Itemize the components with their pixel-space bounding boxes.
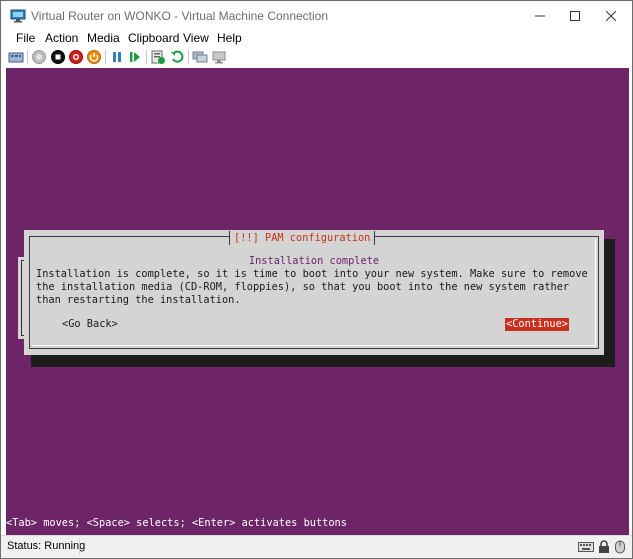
title-bar[interactable]: Virtual Router on WONKO - Virtual Machin… — [1, 1, 632, 31]
status-icons — [578, 540, 626, 554]
dialog-message-line: the installation media (CD-ROM, floppies… — [36, 281, 570, 293]
pam-configuration-dialog: [!!] PAM configuration Installation comp… — [24, 230, 604, 355]
save-icon[interactable] — [86, 49, 102, 65]
menu-help[interactable]: Help — [217, 31, 242, 47]
vm-connection-window: Virtual Router on WONKO - Virtual Machin… — [0, 0, 633, 559]
guest-screen[interactable]: [!!] PAM configuration Installation comp… — [6, 68, 629, 535]
maximize-icon — [570, 11, 580, 21]
menu-media[interactable]: Media — [87, 31, 120, 47]
menu-action[interactable]: Action — [45, 31, 78, 47]
minimize-icon — [535, 15, 545, 17]
go-back-button[interactable]: <Go Back> — [62, 318, 118, 331]
toolbar — [1, 47, 632, 68]
menu-view[interactable]: View — [183, 31, 209, 47]
lock-icon — [599, 540, 609, 553]
revert-icon[interactable] — [169, 49, 185, 65]
status-text: Status: Running — [7, 540, 86, 552]
toolbar-separator — [27, 50, 28, 64]
menu-bar: File Action Media Clipboard View Help — [1, 31, 632, 47]
menu-file[interactable]: File — [16, 31, 35, 47]
toolbar-separator — [188, 50, 189, 64]
start-icon[interactable] — [31, 49, 47, 65]
pause-icon[interactable] — [109, 49, 125, 65]
status-separator — [79, 539, 80, 555]
ctrl-alt-del-icon[interactable] — [8, 49, 24, 65]
share-icon[interactable] — [211, 49, 227, 65]
reset-icon[interactable] — [127, 49, 143, 65]
dialog-message-line: than restarting the installation. — [36, 294, 241, 306]
window-title: Virtual Router on WONKO - Virtual Machin… — [31, 9, 329, 23]
checkpoint-icon[interactable] — [150, 49, 166, 65]
dialog-message-line: Installation is complete, so it is time … — [36, 268, 588, 280]
toolbar-separator — [105, 50, 106, 64]
keyboard-hint: <Tab> moves; <Space> selects; <Enter> ac… — [6, 517, 347, 529]
enhanced-session-icon[interactable] — [192, 49, 208, 65]
dialog-subtitle: Installation complete — [248, 255, 380, 267]
close-icon — [606, 11, 616, 21]
menu-clipboard[interactable]: Clipboard — [128, 31, 179, 47]
shut-down-icon[interactable] — [68, 49, 84, 65]
status-bar: Status: Running — [1, 535, 632, 558]
dialog-title: [!!] PAM configuration — [229, 231, 376, 245]
turn-off-icon[interactable] — [50, 49, 66, 65]
mouse-icon — [615, 540, 625, 554]
maximize-button[interactable] — [557, 1, 593, 31]
minimize-button[interactable] — [522, 1, 558, 31]
vm-connection-app-icon — [10, 9, 26, 23]
continue-button[interactable]: <Continue> — [505, 318, 569, 331]
close-button[interactable] — [593, 1, 629, 31]
toolbar-separator — [146, 50, 147, 64]
keyboard-icon — [578, 542, 594, 552]
